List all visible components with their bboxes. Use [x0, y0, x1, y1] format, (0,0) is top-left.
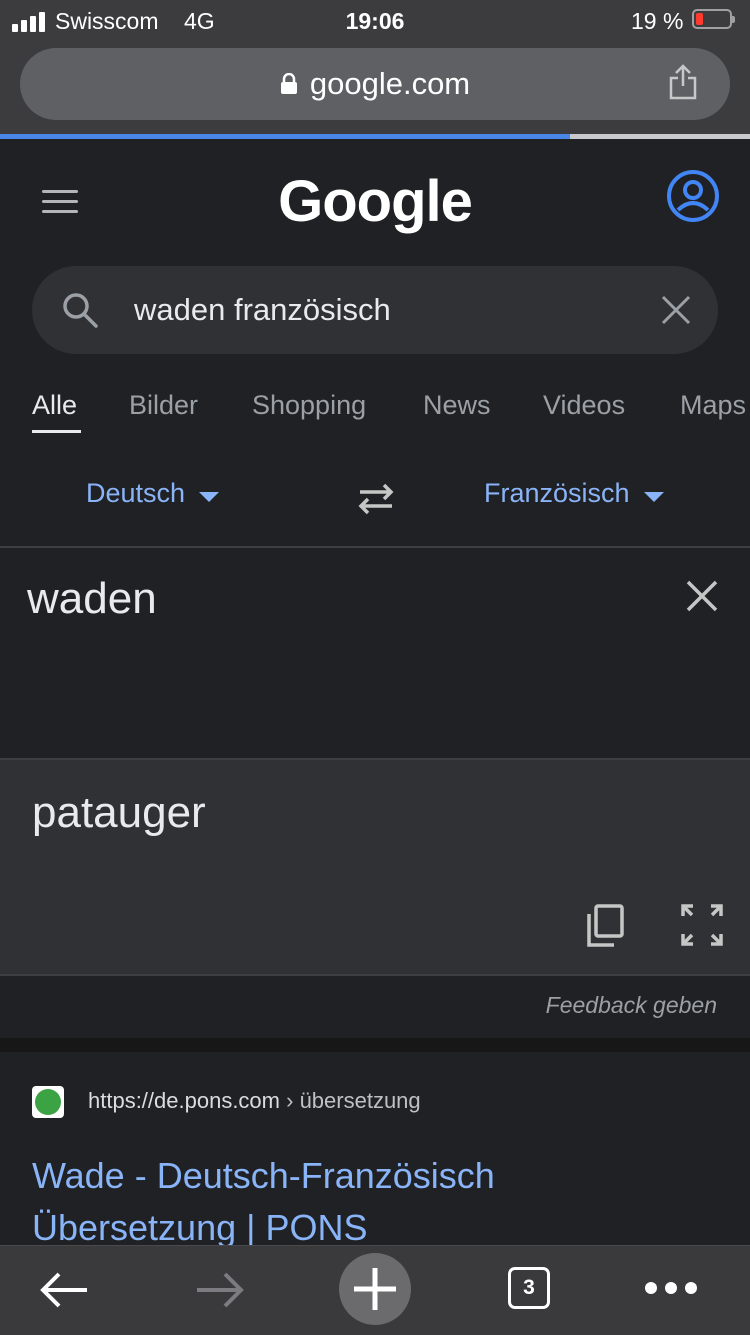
result-title-link[interactable]: Wade - Deutsch-Französisch Übersetzung |…: [32, 1150, 732, 1254]
plus-icon: [354, 1268, 396, 1310]
address-bar-url: google.com: [309, 66, 471, 101]
tab-count: 3: [523, 1276, 535, 1299]
section-separator: [0, 1038, 750, 1052]
status-bar: Swisscom 4G 19:06 19 %: [0, 0, 750, 42]
chevron-down-icon: [643, 491, 664, 502]
browser-bottom-toolbar: 3: [0, 1245, 750, 1335]
tab-alle[interactable]: Alle: [32, 390, 77, 421]
tab-bilder[interactable]: Bilder: [129, 390, 198, 421]
page-load-progress: [0, 134, 750, 139]
divider: [0, 546, 750, 548]
new-tab-button[interactable]: [339, 1253, 411, 1325]
tab-videos[interactable]: Videos: [543, 390, 625, 421]
tab-maps[interactable]: Maps: [680, 390, 746, 421]
battery-icon: [692, 9, 735, 29]
result-title-line: Wade - Deutsch-Französisch: [32, 1155, 495, 1196]
google-logo[interactable]: Google: [0, 168, 750, 235]
battery-percent: 19 %: [631, 8, 684, 34]
copy-icon[interactable]: [585, 904, 625, 948]
search-input[interactable]: waden französisch: [134, 292, 391, 328]
feedback-link[interactable]: Feedback geben: [546, 992, 717, 1019]
translated-text: patauger: [32, 788, 206, 837]
forward-arrow-icon[interactable]: [195, 1270, 245, 1310]
result-url[interactable]: https://de.pons.com › übersetzung: [88, 1088, 421, 1114]
page-load-progress-fill: [0, 134, 570, 139]
site-favicon: [32, 1086, 64, 1118]
more-options-icon[interactable]: [645, 1282, 699, 1296]
source-language-label: Deutsch: [86, 478, 186, 508]
address-bar[interactable]: google.com: [20, 48, 730, 120]
account-icon[interactable]: [665, 168, 721, 224]
lock-icon: [280, 73, 297, 94]
fullscreen-icon[interactable]: [681, 904, 723, 946]
translate-source-input[interactable]: waden: [27, 574, 157, 624]
search-tabs: Alle Bilder Shopping News Videos Maps: [32, 382, 750, 442]
active-tab-indicator: [32, 430, 81, 433]
clear-source-icon[interactable]: [686, 580, 718, 612]
google-header: Google: [0, 140, 750, 260]
back-arrow-icon[interactable]: [39, 1270, 89, 1310]
source-language-selector[interactable]: Deutsch: [86, 478, 220, 509]
chevron-down-icon: [199, 491, 220, 502]
result-url-domain: https://de.pons.com: [88, 1088, 280, 1113]
clear-search-icon[interactable]: [660, 294, 692, 326]
tab-news[interactable]: News: [423, 390, 491, 421]
share-icon[interactable]: [668, 64, 698, 100]
search-icon[interactable]: [60, 290, 100, 330]
swap-languages-icon[interactable]: [354, 482, 398, 516]
search-box[interactable]: waden französisch: [32, 266, 718, 354]
tab-switcher-button[interactable]: 3: [508, 1267, 550, 1309]
result-url-path: › übersetzung: [286, 1088, 421, 1113]
target-language-selector[interactable]: Französisch: [484, 478, 664, 509]
translation-output-panel: patauger: [0, 758, 750, 976]
target-language-label: Französisch: [484, 478, 630, 508]
tab-shopping[interactable]: Shopping: [252, 390, 366, 421]
